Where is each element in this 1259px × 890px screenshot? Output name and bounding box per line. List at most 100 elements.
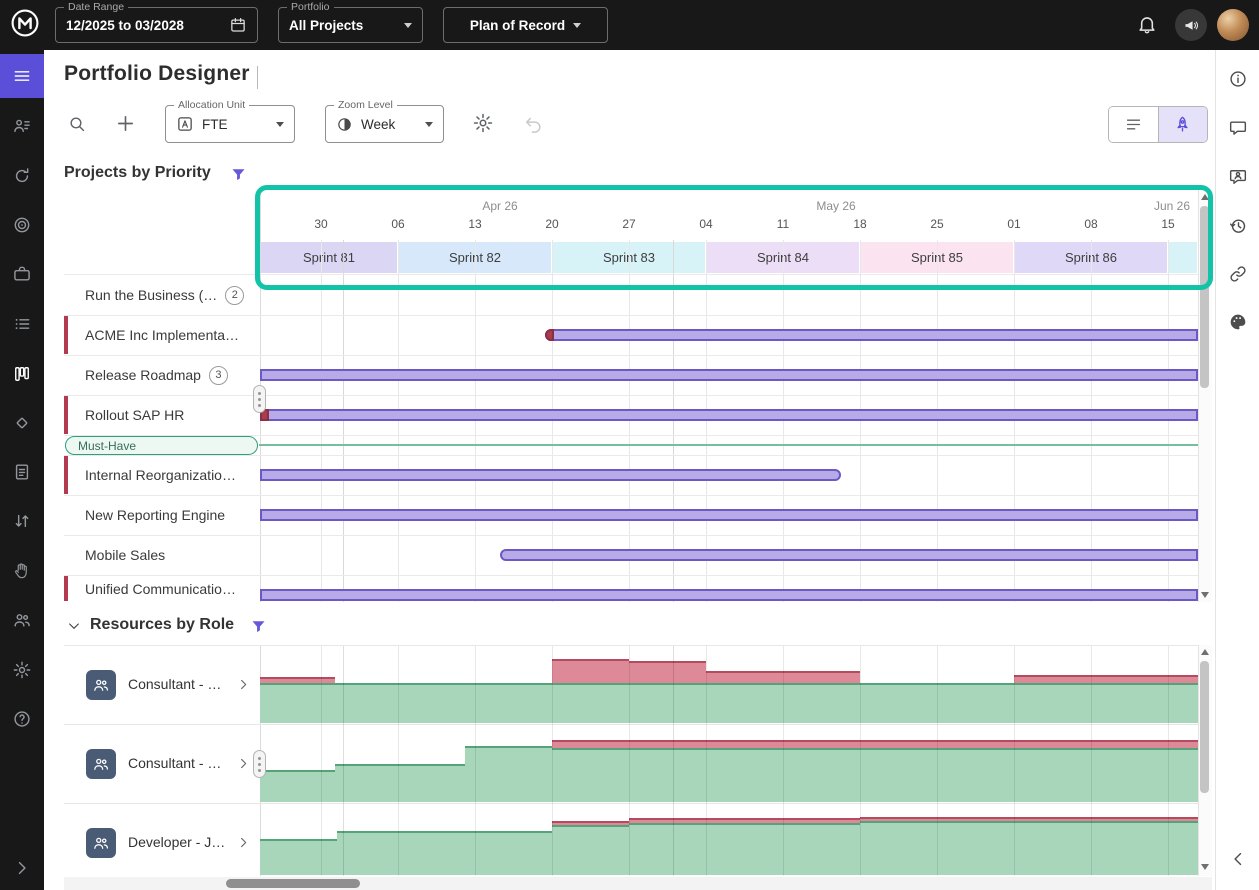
app-logo[interactable] xyxy=(5,5,45,45)
sidebar-item-pivot[interactable] xyxy=(0,549,44,593)
project-row-label[interactable]: Release Roadmap3 xyxy=(85,355,257,395)
gantt-bar[interactable] xyxy=(260,469,841,481)
portfolio-select[interactable]: Portfolio All Projects xyxy=(278,7,423,43)
panel-item-theme[interactable] xyxy=(1216,302,1259,342)
panel-item-info[interactable] xyxy=(1216,59,1259,99)
resources-scroll-down-arrow[interactable] xyxy=(1201,864,1209,870)
resources-gridline xyxy=(706,646,707,876)
zoom-level-icon xyxy=(336,116,353,133)
notifications-bell-icon[interactable] xyxy=(1136,13,1158,35)
add-project-button[interactable] xyxy=(114,112,137,135)
date-range-field[interactable]: Date Range 12/2025 to 03/2028 xyxy=(55,7,258,43)
designer-view-toggle[interactable] xyxy=(1158,107,1208,142)
sidebar-item-settings[interactable] xyxy=(0,648,44,692)
project-intake-icon xyxy=(12,264,32,284)
sidebar-item-portfolio-designer[interactable] xyxy=(0,54,44,98)
gantt-scroll-up-arrow[interactable] xyxy=(1201,194,1209,200)
gantt-scrollbar-thumb[interactable] xyxy=(1200,206,1209,388)
user-avatar[interactable] xyxy=(1217,9,1249,41)
resources-month-line xyxy=(343,646,344,876)
resources-splitter-handle[interactable] xyxy=(253,750,266,778)
settings-gear-icon[interactable] xyxy=(472,112,494,134)
portfolio-value: All Projects xyxy=(289,18,363,33)
capacity-area-green xyxy=(465,746,552,802)
allocation-unit-value: FTE xyxy=(202,117,228,132)
panel-item-comments[interactable] xyxy=(1216,108,1259,148)
gantt-bar[interactable] xyxy=(260,409,1198,421)
sidebar-item-reports[interactable] xyxy=(0,450,44,494)
gantt-scroll-down-arrow[interactable] xyxy=(1201,592,1209,598)
capacity-area-green xyxy=(260,683,335,723)
panel-item-contact-support[interactable] xyxy=(1216,157,1259,197)
priority-group-line xyxy=(259,444,1198,446)
gantt-bar[interactable] xyxy=(260,589,1198,601)
overload-area-red xyxy=(260,677,335,683)
grip-dots xyxy=(258,398,261,401)
chevron-down-icon xyxy=(573,23,581,28)
sprint-block[interactable]: Sprint 81 xyxy=(261,242,397,273)
zoom-level-select[interactable]: Zoom Level Week xyxy=(325,105,444,143)
resources-gridline xyxy=(398,646,399,876)
resource-role-icon xyxy=(86,670,116,700)
info-icon xyxy=(1228,69,1248,89)
project-row-label[interactable]: Internal Reorganizatio… xyxy=(85,455,257,495)
project-row-label[interactable]: Unified Communicatio… xyxy=(85,575,257,602)
gantt-gridline xyxy=(552,240,553,602)
gantt-splitter-handle[interactable] xyxy=(253,385,266,413)
projects-filter-icon[interactable] xyxy=(230,166,247,183)
project-row-label[interactable]: New Reporting Engine xyxy=(85,495,257,535)
search-icon[interactable] xyxy=(67,114,87,134)
panel-item-share-link[interactable] xyxy=(1216,254,1259,294)
sidebar-item-backlog[interactable] xyxy=(0,302,44,346)
resource-expand-chevron[interactable] xyxy=(236,677,251,692)
resources-collapse-chevron[interactable] xyxy=(66,618,82,634)
gantt-bar[interactable] xyxy=(260,509,1198,521)
sprint-block[interactable] xyxy=(1169,242,1197,273)
gantt-gridline xyxy=(1091,240,1092,602)
list-view-toggle[interactable] xyxy=(1109,107,1158,142)
sidebar-item-team-planner[interactable] xyxy=(0,104,44,148)
project-row-label[interactable]: Rollout SAP HR xyxy=(85,395,257,435)
reports-icon xyxy=(12,462,32,482)
project-status-flag xyxy=(64,396,68,434)
zoom-level-value: Week xyxy=(361,117,395,132)
announcements-button[interactable] xyxy=(1175,9,1207,41)
sidebar-item-project-intake[interactable] xyxy=(0,252,44,296)
resource-row-label[interactable]: Consultant - … xyxy=(128,676,221,692)
horizontal-scrollbar-thumb[interactable] xyxy=(226,879,360,888)
resource-row-label[interactable]: Consultant - … xyxy=(128,755,221,771)
plan-of-record-select[interactable]: Plan of Record xyxy=(443,7,608,43)
resources-scrollbar-thumb[interactable] xyxy=(1200,661,1209,793)
project-row-label[interactable]: Mobile Sales xyxy=(85,535,257,575)
row-separator xyxy=(64,803,1198,804)
project-status-flag xyxy=(64,576,68,601)
resource-expand-chevron[interactable] xyxy=(236,756,251,771)
sidebar-item-goals[interactable] xyxy=(0,203,44,247)
overload-area-red xyxy=(552,821,629,825)
resources-filter-icon[interactable] xyxy=(250,618,267,635)
priority-group-pill[interactable]: Must-Have xyxy=(65,436,258,455)
timeline-month-label: Apr 26 xyxy=(482,199,517,213)
team-planner-icon xyxy=(12,116,32,136)
sidebar-item-resource-pool[interactable] xyxy=(0,598,44,642)
sidebar-item-board-view[interactable] xyxy=(0,352,44,396)
panel-item-history[interactable] xyxy=(1216,206,1259,246)
gantt-bar[interactable] xyxy=(500,549,1198,561)
sidebar-item-help[interactable] xyxy=(0,697,44,741)
resource-role-icon xyxy=(86,828,116,858)
allocation-unit-select[interactable]: Allocation Unit FTE xyxy=(165,105,295,143)
resource-row-label[interactable]: Developer - J… xyxy=(128,834,225,850)
sidebar-item-refresh[interactable] xyxy=(0,154,44,198)
resources-scroll-up-arrow[interactable] xyxy=(1201,649,1209,655)
timeline-week-label: 06 xyxy=(391,217,404,231)
sidebar-item-import-export[interactable] xyxy=(0,499,44,543)
project-row-label[interactable]: ACME Inc Implementa… xyxy=(85,315,257,355)
resource-expand-chevron[interactable] xyxy=(236,835,251,850)
help-icon xyxy=(12,709,32,729)
gantt-bar[interactable] xyxy=(545,329,1198,341)
gantt-bar[interactable] xyxy=(260,369,1198,381)
sidebar-item-milestones[interactable] xyxy=(0,401,44,445)
sidebar-item-expand-sidebar[interactable] xyxy=(0,846,44,890)
panel-item-collapse-panel[interactable] xyxy=(1216,839,1259,879)
project-row-label[interactable]: Run the Business (…2 xyxy=(85,275,257,315)
